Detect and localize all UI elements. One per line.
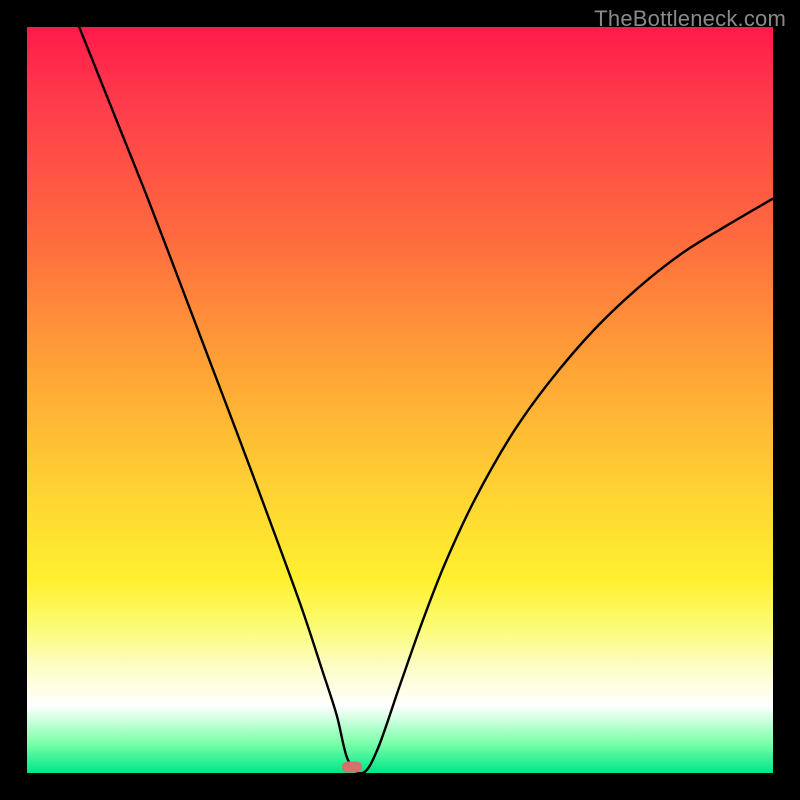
bottleneck-curve <box>27 27 773 773</box>
optimum-marker <box>342 762 362 773</box>
chart-frame: TheBottleneck.com <box>0 0 800 800</box>
gradient-plot-area <box>27 27 773 773</box>
